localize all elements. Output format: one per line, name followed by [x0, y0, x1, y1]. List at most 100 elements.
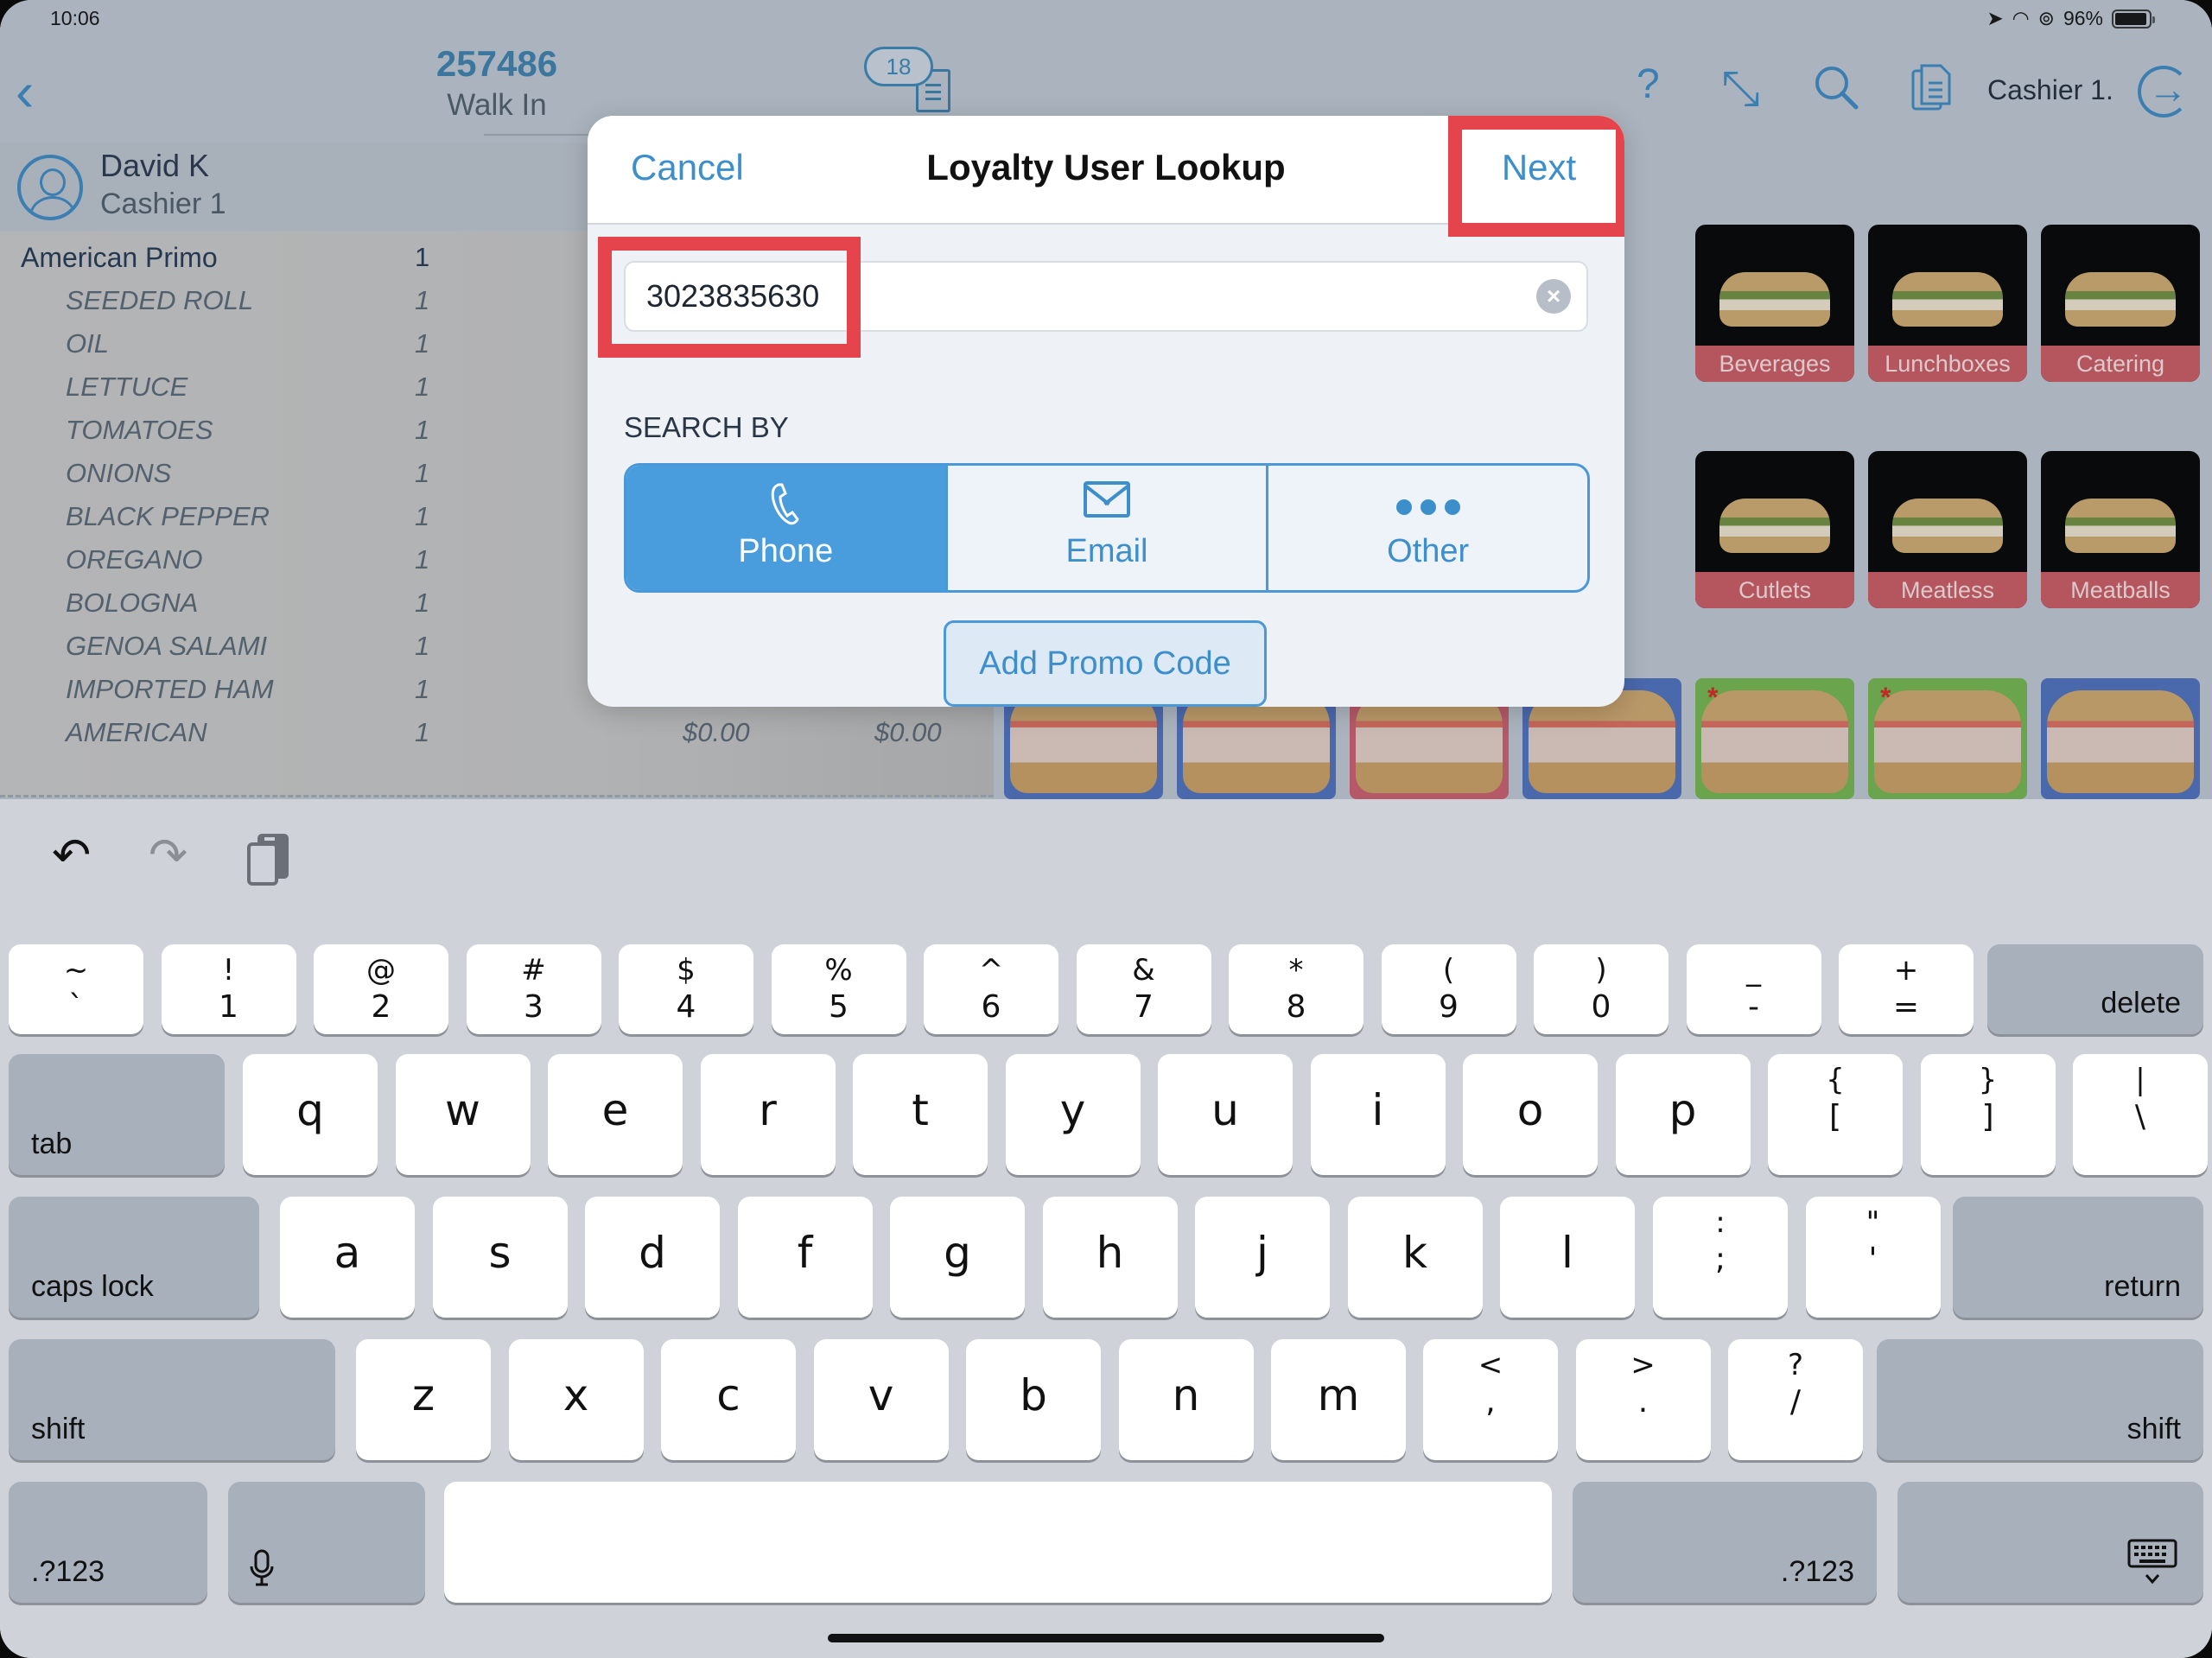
documents-icon[interactable]	[1911, 64, 1953, 120]
key-c[interactable]: c	[661, 1339, 796, 1460]
order-modifier-row[interactable]: AMERICAN 1 $0.00 $0.00	[0, 717, 994, 760]
loyalty-lookup-input[interactable]	[626, 263, 1524, 330]
logout-icon[interactable]	[2138, 66, 2190, 118]
help-icon[interactable]: ?	[1637, 64, 1660, 105]
key-label: u	[1211, 1085, 1239, 1135]
search-by-phone[interactable]: Phone	[626, 466, 948, 590]
key--[interactable]: _ -	[1686, 944, 1821, 1034]
key-o[interactable]: o	[1463, 1054, 1598, 1175]
menu-category-image	[1719, 498, 1831, 554]
menu-category-tile[interactable]: Meatballs	[2041, 451, 2200, 608]
menu-category-tile[interactable]: Cutlets	[1695, 451, 1854, 608]
menu-product-tile[interactable]	[2041, 678, 2200, 799]
key-m[interactable]: m	[1271, 1339, 1406, 1460]
key-a[interactable]: a	[280, 1197, 415, 1318]
battery-percent: 96%	[2063, 7, 2103, 29]
clear-input-icon[interactable]: ×	[1536, 279, 1571, 314]
paste-icon[interactable]	[245, 832, 292, 895]
search-by-other[interactable]: Other	[1268, 466, 1587, 590]
caps-lock-key[interactable]: caps lock	[9, 1197, 259, 1318]
numbers-key-left[interactable]: .?123	[9, 1482, 207, 1603]
search-icon[interactable]	[1813, 64, 1859, 118]
key-r[interactable]: r	[700, 1054, 836, 1175]
key-l[interactable]: l	[1500, 1197, 1635, 1318]
key-q[interactable]: q	[243, 1054, 378, 1175]
key-z[interactable]: z	[356, 1339, 491, 1460]
key-t[interactable]: t	[853, 1054, 988, 1175]
key-[[interactable]: {[	[1768, 1054, 1903, 1175]
next-button[interactable]: Next	[1462, 147, 1616, 188]
delete-key[interactable]: delete	[1987, 944, 2203, 1034]
chevron-left-icon[interactable]: ‹	[16, 64, 34, 119]
key-,[interactable]: <,	[1423, 1339, 1558, 1460]
cancel-button[interactable]: Cancel	[631, 147, 744, 188]
add-promo-code-button[interactable]: Add Promo Code	[944, 620, 1267, 707]
key-u[interactable]: u	[1158, 1054, 1293, 1175]
menu-category-tile[interactable]: Lunchboxes	[1868, 225, 2027, 382]
microphone-key[interactable]	[228, 1482, 425, 1603]
key-h[interactable]: h	[1042, 1197, 1178, 1318]
key-shift-label: ^	[978, 953, 1004, 988]
menu-product-tile[interactable]: *	[1868, 678, 2027, 799]
key-e[interactable]: e	[548, 1054, 683, 1175]
shift-right-key[interactable]: shift	[1877, 1339, 2203, 1460]
key-g[interactable]: g	[890, 1197, 1025, 1318]
key-s[interactable]: s	[432, 1197, 568, 1318]
shift-left-key[interactable]: shift	[9, 1339, 335, 1460]
key-i[interactable]: i	[1310, 1054, 1446, 1175]
key-x[interactable]: x	[508, 1339, 644, 1460]
status-bar: 10:06 ➤ ◠ ⊚ 96%	[0, 0, 2212, 38]
numbers-key-right[interactable]: .?123	[1573, 1482, 1877, 1603]
key-label: 1	[219, 989, 238, 1025]
key-k[interactable]: k	[1347, 1197, 1483, 1318]
keyboard-dismiss-key[interactable]	[1897, 1482, 2203, 1603]
loyalty-lookup-field[interactable]: ×	[624, 261, 1588, 332]
key-2[interactable]: @2	[314, 944, 448, 1034]
key-/[interactable]: ? /	[1728, 1339, 1863, 1460]
key-8[interactable]: * 8	[1229, 944, 1363, 1034]
undo-icon[interactable]: ↶	[52, 832, 91, 879]
key-`[interactable]: ~ `	[9, 944, 143, 1034]
key-9[interactable]: (9	[1381, 944, 1516, 1034]
menu-product-tile[interactable]: *	[1695, 678, 1854, 799]
key-f[interactable]: f	[737, 1197, 873, 1318]
ticket-badge-button[interactable]: 18	[864, 47, 968, 116]
redo-icon[interactable]: ↷	[149, 832, 188, 879]
phone-icon	[626, 481, 945, 532]
return-key[interactable]: return	[1953, 1197, 2203, 1318]
key-;[interactable]: :;	[1653, 1197, 1788, 1318]
key-1[interactable]: ! 1	[161, 944, 296, 1034]
key-p[interactable]: p	[1615, 1054, 1751, 1175]
key-5[interactable]: % 5	[771, 944, 906, 1034]
key-d[interactable]: d	[585, 1197, 720, 1318]
menu-category-tile[interactable]: Beverages	[1695, 225, 1854, 382]
expand-icon[interactable]: ⤡	[1721, 64, 1760, 112]
key-n[interactable]: n	[1118, 1339, 1254, 1460]
key-][interactable]: }]	[1920, 1054, 2056, 1175]
menu-category-tile[interactable]: Meatless	[1868, 451, 2027, 608]
key-.[interactable]: >.	[1575, 1339, 1711, 1460]
tab-key[interactable]: tab	[9, 1054, 225, 1175]
menu-category-image	[2064, 271, 2177, 327]
key-7[interactable]: & 7	[1076, 944, 1211, 1034]
key-j[interactable]: j	[1195, 1197, 1330, 1318]
menu-category-tile[interactable]: Catering	[2041, 225, 2200, 382]
space-key[interactable]	[444, 1482, 1552, 1603]
key-0[interactable]: ) 0	[1534, 944, 1669, 1034]
key-\[interactable]: | \	[2073, 1054, 2208, 1175]
key-y[interactable]: y	[1005, 1054, 1141, 1175]
search-by-email[interactable]: Email	[948, 466, 1269, 590]
battery-fill	[2115, 12, 2147, 25]
order-item-qty: 1	[415, 674, 430, 704]
key-label: b	[1020, 1370, 1047, 1420]
key-v[interactable]: v	[813, 1339, 949, 1460]
key-3[interactable]: #3	[466, 944, 601, 1034]
key-shift-label: +	[1893, 953, 1919, 988]
key-6[interactable]: ^ 6	[924, 944, 1058, 1034]
key-b[interactable]: b	[966, 1339, 1101, 1460]
key-w[interactable]: w	[395, 1054, 531, 1175]
key-'[interactable]: " '	[1805, 1197, 1941, 1318]
key-=[interactable]: + =	[1839, 944, 1974, 1034]
key-4[interactable]: $4	[619, 944, 753, 1034]
home-indicator[interactable]	[828, 1634, 1384, 1642]
